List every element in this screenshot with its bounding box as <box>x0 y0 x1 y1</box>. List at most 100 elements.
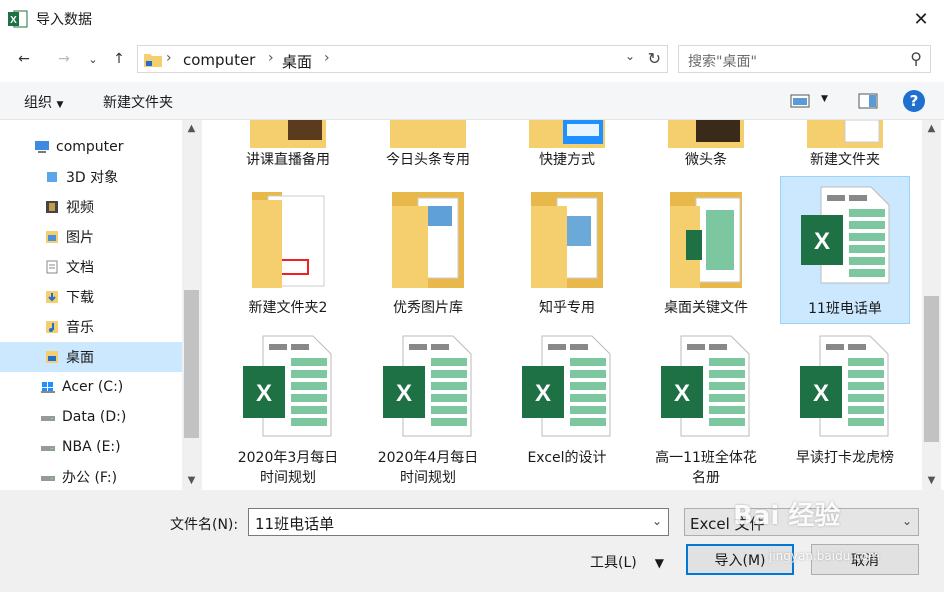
windows-drive-icon <box>41 382 55 393</box>
baidu-watermark: Bai 经验 jingyan.baidu.com <box>733 495 880 563</box>
scroll-up-icon[interactable]: ▲ <box>922 120 941 138</box>
watermark-text: Bai 经验 <box>733 501 841 531</box>
sidebar-item-label: 音乐 <box>66 320 94 336</box>
sidebar-item-label: 桌面 <box>66 350 94 366</box>
drive-icon <box>41 416 55 421</box>
file-item-selected[interactable]: X 11班电话单 <box>780 176 910 324</box>
breadcrumb-separator-icon: › <box>268 50 274 66</box>
recent-locations-button[interactable]: ⌄ <box>84 46 102 72</box>
sidebar-item-label: Data (D:) <box>62 409 127 425</box>
preview-pane-icon[interactable] <box>858 93 878 109</box>
file-label: 知乎专用 <box>539 300 595 316</box>
file-item[interactable]: X 高一11班全体花 名册 <box>641 330 771 490</box>
file-item[interactable]: X 2020年4月每日 时间规划 <box>363 330 493 490</box>
search-box[interactable]: 搜索"桌面" ⚲ <box>678 45 931 73</box>
sidebar-item-3d-objects[interactable]: 3D 对象 <box>0 162 182 192</box>
up-button[interactable]: ↑ <box>106 46 132 72</box>
sidebar-item-computer[interactable]: computer <box>0 132 182 162</box>
sidebar-item-video[interactable]: 视频 <box>0 192 182 222</box>
close-button[interactable]: ✕ <box>898 0 944 38</box>
scrollbar-thumb[interactable] <box>184 290 199 438</box>
sidebar-item-pictures[interactable]: 图片 <box>0 222 182 252</box>
organize-button[interactable]: 组织 ▼ <box>24 92 63 112</box>
sidebar-item-documents[interactable]: 文档 <box>0 252 182 282</box>
file-item[interactable]: 快捷方式 <box>502 120 632 176</box>
sidebar-item-label: 文档 <box>66 260 94 276</box>
view-dropdown-icon[interactable]: ▼ <box>821 94 828 104</box>
chevron-down-icon: ⌄ <box>901 514 912 528</box>
file-label: 桌面关键文件 <box>664 300 748 316</box>
folder-icon <box>392 192 464 288</box>
view-mode-icon[interactable] <box>790 94 810 108</box>
chevron-down-icon[interactable]: ⌄ <box>652 514 662 528</box>
help-icon[interactable]: ? <box>903 90 925 112</box>
music-icon <box>46 321 58 333</box>
sidebar-item-label: Acer (C:) <box>62 379 124 395</box>
file-item[interactable]: 新建文件夹2 <box>223 178 353 324</box>
sidebar-item-label: 3D 对象 <box>66 170 119 186</box>
file-item[interactable]: X Excel的设计 <box>502 330 632 490</box>
back-button[interactable]: ← <box>10 46 38 72</box>
sidebar-scrollbar[interactable]: ▲ ▼ <box>182 120 201 490</box>
folder-icon <box>807 120 883 148</box>
breadcrumb-desktop[interactable]: 桌面 <box>282 51 312 72</box>
arrow-up-icon: ↑ <box>113 51 125 67</box>
file-label: 今日头条专用 <box>386 152 470 168</box>
caret-down-icon: ▼ <box>654 556 664 570</box>
svg-text:X: X <box>256 380 272 407</box>
excel-app-icon: X <box>8 10 28 28</box>
scroll-down-icon[interactable]: ▼ <box>922 472 941 490</box>
folder-icon <box>668 120 744 148</box>
folder-icon <box>670 192 742 288</box>
scroll-down-icon[interactable]: ▼ <box>182 472 201 490</box>
filename-value: 11班电话单 <box>255 515 335 533</box>
file-label: 微头条 <box>685 152 727 168</box>
file-label: 早读打卡龙虎榜 <box>796 450 894 466</box>
search-icon: ⚲ <box>910 49 922 68</box>
address-bar[interactable]: › computer › 桌面 › ⌄ ↻ <box>137 45 668 73</box>
address-dropdown-icon[interactable]: ⌄ <box>625 49 635 63</box>
caret-down-icon: ▼ <box>56 100 64 110</box>
scrollbar-thumb[interactable] <box>924 296 939 442</box>
drive-icon <box>41 476 55 481</box>
svg-text:X: X <box>814 228 830 255</box>
file-label: 2020年4月每日 <box>377 450 479 466</box>
file-item[interactable]: X 2020年3月每日 时间规划 <box>223 330 353 490</box>
sidebar-item-label: computer <box>56 139 124 155</box>
file-label: 优秀图片库 <box>393 300 463 316</box>
file-item[interactable]: 今日头条专用 <box>363 120 493 176</box>
file-item[interactable]: X 早读打卡龙虎榜 <box>780 330 910 490</box>
file-list-scrollbar[interactable]: ▲ ▼ <box>922 120 941 490</box>
sidebar-item-music[interactable]: 音乐 <box>0 312 182 342</box>
sidebar-item-desktop[interactable]: 桌面 <box>0 342 182 372</box>
sidebar-item-downloads[interactable]: 下载 <box>0 282 182 312</box>
file-item[interactable]: 新建文件夹 <box>780 120 910 176</box>
sidebar-item-drive-e[interactable]: NBA (E:) <box>0 432 182 462</box>
file-item[interactable]: 知乎专用 <box>502 178 632 324</box>
file-item[interactable]: 微头条 <box>641 120 771 176</box>
sidebar-item-drive-f[interactable]: 办公 (F:) <box>0 462 182 492</box>
tools-button[interactable]: 工具(L) ▼ <box>590 552 664 572</box>
file-label: 11班电话单 <box>808 301 882 317</box>
filename-label: 文件名(N): <box>170 517 239 533</box>
sidebar-item-drive-d[interactable]: Data (D:) <box>0 402 182 432</box>
file-item[interactable]: 桌面关键文件 <box>641 178 771 324</box>
sidebar-item-drive-c[interactable]: Acer (C:) <box>0 372 182 402</box>
breadcrumb-computer[interactable]: computer <box>183 51 255 69</box>
forward-button[interactable]: → <box>50 46 78 72</box>
desktop-icon <box>46 351 58 363</box>
file-item[interactable]: 讲课直播备用 <box>223 120 353 176</box>
file-item[interactable]: 优秀图片库 <box>363 178 493 324</box>
3d-objects-icon <box>47 172 57 182</box>
scroll-up-icon[interactable]: ▲ <box>182 120 201 138</box>
organize-label: 组织 <box>24 95 52 111</box>
computer-icon <box>35 141 49 153</box>
excel-file-icon: X <box>243 335 332 437</box>
filename-input[interactable]: 11班电话单 ⌄ <box>248 508 669 536</box>
sidebar-item-label: 视频 <box>66 200 94 216</box>
watermark-url: jingyan.baidu.com <box>769 549 880 563</box>
refresh-icon[interactable]: ↻ <box>648 49 661 68</box>
close-icon: ✕ <box>913 8 929 30</box>
new-folder-button[interactable]: 新建文件夹 <box>103 92 173 112</box>
folder-icon <box>250 120 326 148</box>
